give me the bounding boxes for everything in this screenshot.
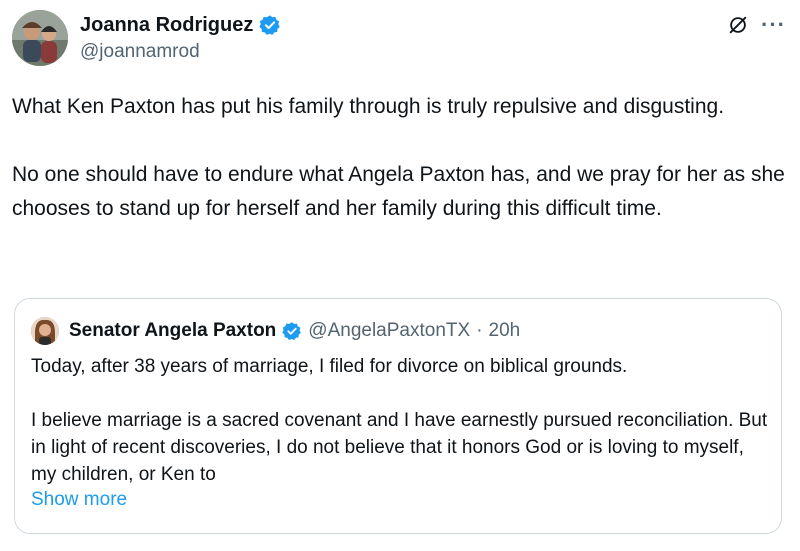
quoted-paragraph-1: Today, after 38 years of marriage, I fil… xyxy=(31,356,628,377)
quoted-tweet-time[interactable]: 20h xyxy=(489,320,521,342)
tweet-actions-top: ··· xyxy=(727,14,786,36)
tweet-paragraph-1: What Ken Paxton has put his family throu… xyxy=(12,95,725,118)
quoted-tweet-text: Today, after 38 years of marriage, I fil… xyxy=(31,353,771,488)
show-more-link[interactable]: Show more xyxy=(31,489,127,511)
quoted-author-handle[interactable]: @AngelaPaxtonTX xyxy=(308,320,470,342)
quoted-author-name[interactable]: Senator Angela Paxton xyxy=(69,320,276,342)
quoted-tweet-card[interactable]: Senator Angela Paxton @AngelaPaxtonTX · … xyxy=(14,298,782,534)
verified-badge-icon[interactable] xyxy=(259,14,281,36)
author-info: Joanna Rodriguez @joannamrod xyxy=(80,11,281,63)
verified-badge-icon[interactable] xyxy=(282,321,302,341)
tweet-header: Joanna Rodriguez @joannamrod ··· xyxy=(12,10,786,68)
quoted-tweet-header: Senator Angela Paxton @AngelaPaxtonTX · … xyxy=(31,317,520,345)
more-options-icon[interactable]: ··· xyxy=(761,14,786,36)
tweet-text: What Ken Paxton has put his family throu… xyxy=(12,90,788,226)
quoted-paragraph-2: I believe marriage is a sacred covenant … xyxy=(31,410,768,485)
author-handle[interactable]: @joannamrod xyxy=(80,41,281,63)
author-avatar[interactable] xyxy=(12,10,68,66)
tweet-paragraph-2: No one should have to endure what Angela… xyxy=(12,163,791,220)
quoted-author-avatar[interactable] xyxy=(31,317,59,345)
separator-dot: · xyxy=(476,320,483,341)
grok-icon[interactable] xyxy=(727,14,749,36)
author-display-name[interactable]: Joanna Rodriguez xyxy=(80,14,253,37)
